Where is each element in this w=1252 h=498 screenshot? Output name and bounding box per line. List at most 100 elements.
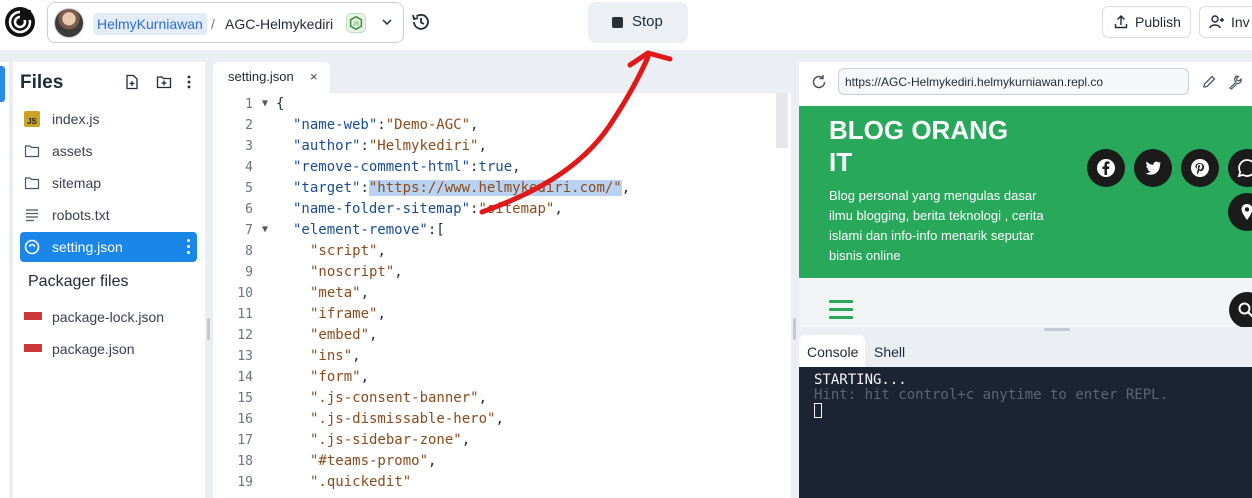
code-line: 4 "remove-comment-html":true, [245,159,521,175]
panel-resize-handle[interactable] [1044,328,1070,331]
close-icon[interactable]: × [310,69,318,84]
owner-link[interactable]: HelmyKurniawan [93,13,207,35]
fold-arrow-icon[interactable]: ▼ [262,224,268,235]
line-number: 15 [237,391,253,406]
tab-console[interactable]: Console [799,335,865,367]
location-button[interactable] [1228,193,1252,231]
replit-workspace: HelmyKurniawan / AGC-Helmykediri JS Stop [0,0,1252,498]
code-editor: setting.json × 1 ▼ { 2 "name-web":"Demo-… [213,62,791,498]
file-item-robots-txt[interactable]: robots.txt [20,200,197,230]
code-line: 16 ".js-dismissable-hero", [237,411,504,427]
js-file-icon: JS [24,111,40,127]
line-number: 19 [237,475,253,490]
file-item-setting-json[interactable]: setting.json [20,232,197,262]
file-item-sitemap[interactable]: sitemap [20,168,197,198]
repl-name[interactable]: AGC-Helmykediri [225,13,333,35]
line-number: 7 [245,223,253,238]
json-value: "#teams-promo" [310,453,429,469]
refresh-icon[interactable] [811,74,827,90]
twitter-button[interactable] [1134,149,1172,187]
line-number: 14 [237,370,253,385]
tab-label: setting.json [228,69,294,84]
json-key: "remove-comment-html" [293,159,471,175]
console-output[interactable]: STARTING... Hint: hit control+c anytime … [799,367,1252,498]
fold-arrow-icon[interactable]: ▼ [262,98,268,109]
folder-icon [24,177,40,190]
json-value-selected: "https://www.helmykediri.com/" [368,180,622,196]
code-line: 2 "name-web":"Demo-AGC", [245,117,479,133]
json-value: "noscript" [310,264,395,280]
code-line: 9 "noscript", [245,264,403,280]
more-options-icon[interactable] [181,74,197,90]
line-number: 16 [237,412,253,427]
activity-bar [0,62,9,498]
new-file-icon[interactable] [124,74,140,90]
json-value: "embed" [310,327,370,343]
console-tab-bar: Console Shell [799,334,1252,367]
stop-button[interactable]: Stop [588,2,688,43]
blog-header: BLOG ORANG IT Blog personal yang mengula… [799,106,1252,278]
code-line: 15 ".js-consent-banner", [237,390,488,406]
url-bar[interactable]: https://AGC-Helmykediri.helmykurniawan.r… [838,68,1189,95]
search-button[interactable] [1229,292,1252,327]
twitter-icon [1145,161,1161,175]
tab-setting-json[interactable]: setting.json × [213,62,330,93]
invite-label: Inv [1231,14,1250,30]
json-value: ".js-consent-banner" [310,390,479,406]
line-number: 12 [237,328,253,343]
svg-text:JS: JS [27,117,37,126]
console-line: STARTING... [814,372,907,388]
repl-selector[interactable]: HelmyKurniawan / AGC-Helmykediri JS [47,2,404,43]
json-value: ".quickedit" [310,474,412,490]
pinterest-button[interactable] [1181,149,1219,187]
file-menu-icon[interactable] [187,239,191,255]
whatsapp-button[interactable] [1228,149,1252,187]
replit-logo-icon[interactable] [4,6,36,38]
file-label: package.json [52,341,135,357]
blog-nav [799,278,1252,327]
line-number: 11 [237,307,253,322]
file-item-package-json[interactable]: package.json [20,334,197,364]
code-line: 3 "author":"Helmykediri", [245,138,487,154]
json-value: ".js-dismissable-hero" [310,411,496,427]
new-folder-icon[interactable] [156,74,172,90]
terminal-cursor [814,403,822,418]
pinterest-icon [1191,159,1209,177]
code-line: 7 ▼ "element-remove":[ [245,222,445,238]
avatar[interactable] [54,8,84,38]
line-number: 8 [245,244,253,259]
invite-button[interactable]: Inv [1199,6,1252,38]
facebook-button[interactable] [1087,149,1125,187]
file-item-assets[interactable]: assets [20,136,197,166]
file-item-index-js[interactable]: JS index.js [20,104,197,134]
svg-text:JS: JS [353,22,360,28]
json-value: "ins" [310,348,353,364]
json-value: "iframe" [310,306,378,322]
file-item-package-lock-json[interactable]: package-lock.json [20,302,197,332]
json-key: "name-folder-sitemap" [293,201,471,217]
file-label: setting.json [52,239,123,255]
line-number: 4 [245,160,253,175]
blog-title[interactable]: BLOG ORANG IT [829,114,1029,178]
json-value: "Demo-AGC" [385,117,471,133]
code-line: 12 "embed", [237,327,378,343]
wrench-icon[interactable] [1227,74,1243,90]
publish-button[interactable]: Publish [1102,6,1191,38]
line-number: 2 [245,118,253,133]
facebook-icon [1097,159,1115,177]
chevron-down-icon[interactable] [380,15,394,29]
code-line: 19 ".quickedit" [213,473,783,494]
npm-icon [24,344,42,352]
code-area[interactable]: 1 ▼ { 2 "name-web":"Demo-AGC", 3 "author… [213,93,791,498]
line-number: 9 [245,265,253,280]
code-line: 10 "meta", [237,285,370,301]
history-icon[interactable] [410,11,432,33]
hamburger-menu-icon[interactable] [829,300,853,319]
panel-resize-handle[interactable] [793,318,796,340]
panel-resize-handle[interactable] [207,318,210,340]
file-label: robots.txt [52,207,110,223]
json-value: "form" [310,369,361,385]
text-file-icon [26,209,38,222]
tab-shell[interactable]: Shell [866,335,916,367]
pencil-icon[interactable] [1201,74,1217,90]
